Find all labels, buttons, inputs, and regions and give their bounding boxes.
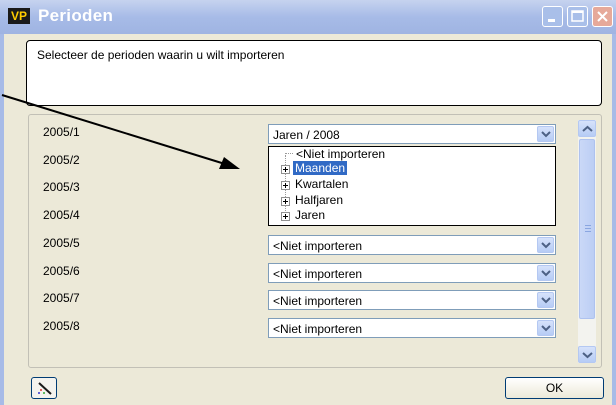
combo-value: <Niet importeren [273, 267, 363, 281]
period-label-2005-4: 2005/4 [43, 208, 80, 222]
period-combo-2005-5[interactable]: <Niet importeren [268, 235, 556, 255]
combo-value: <Niet importeren [273, 294, 363, 308]
chevron-up-icon [582, 125, 593, 132]
grip-line [585, 228, 591, 229]
close-button[interactable] [592, 6, 613, 27]
dropdown-button[interactable] [537, 126, 554, 142]
window-title: Perioden [38, 6, 114, 25]
window-frame-left [0, 34, 4, 405]
minimize-button[interactable] [542, 6, 563, 27]
dropdown-item-halfjaren[interactable]: Halfjaren [295, 193, 343, 207]
app-icon: VP [8, 8, 30, 24]
period-label-2005-2: 2005/2 [43, 153, 80, 167]
dropdown-item-niet-importeren[interactable]: <Niet importeren [296, 147, 385, 161]
period-combo-2005-1[interactable]: Jaren / 2008 [268, 124, 556, 144]
dropdown-button[interactable] [537, 265, 554, 281]
vertical-scrollbar[interactable] [578, 120, 596, 363]
instruction-box: Selecteer de perioden waarin u wilt impo… [26, 40, 602, 106]
expand-icon[interactable] [281, 212, 290, 221]
period-combo-2005-6[interactable]: <Niet importeren [268, 263, 556, 283]
dropdown-item-kwartalen[interactable]: Kwartalen [295, 177, 348, 191]
expand-icon[interactable] [281, 181, 290, 190]
period-label-2005-6: 2005/6 [43, 264, 80, 278]
combo-value: Jaren / 2008 [273, 128, 340, 142]
window-frame-right [612, 34, 616, 405]
dropdown-item-jaren[interactable]: Jaren [295, 208, 325, 222]
chevron-down-icon [541, 131, 551, 138]
dropdown-item-maanden[interactable]: Maanden [293, 161, 348, 175]
period-combo-2005-7[interactable]: <Niet importeren [268, 290, 556, 310]
expand-icon[interactable] [281, 165, 290, 174]
expand-icon[interactable] [281, 197, 290, 206]
title-bar[interactable]: VP Perioden [0, 0, 616, 34]
maximize-icon [571, 10, 584, 22]
chevron-down-icon [541, 270, 551, 277]
combo-value: <Niet importeren [273, 322, 363, 336]
scroll-down-button[interactable] [578, 346, 596, 363]
maximize-button[interactable] [567, 6, 588, 27]
period-label-2005-8: 2005/8 [43, 319, 80, 333]
chevron-down-icon [541, 325, 551, 332]
minimize-icon [548, 19, 555, 22]
ok-button[interactable]: OK [505, 377, 604, 399]
grip-line [585, 231, 591, 232]
chevron-down-icon [582, 352, 593, 359]
tool-button[interactable] [31, 377, 57, 399]
scroll-up-button[interactable] [578, 120, 596, 137]
dropdown-button[interactable] [537, 292, 554, 308]
period-label-2005-7: 2005/7 [43, 291, 80, 305]
wand-icon [38, 382, 52, 395]
grip-line [585, 225, 591, 226]
chevron-down-icon [541, 242, 551, 249]
scroll-thumb[interactable] [579, 139, 595, 319]
tree-line [285, 153, 293, 154]
instruction-text: Selecteer de perioden waarin u wilt impo… [37, 48, 285, 62]
combo-value: <Niet importeren [273, 239, 363, 253]
period-label-2005-5: 2005/5 [43, 236, 80, 250]
dropdown-button[interactable] [537, 320, 554, 336]
close-icon [597, 11, 608, 22]
perioden-dialog: VP Perioden Selecteer de perioden waarin… [0, 0, 616, 405]
dropdown-button[interactable] [537, 237, 554, 253]
chevron-down-icon [541, 297, 551, 304]
period-label-2005-1: 2005/1 [43, 125, 80, 139]
period-combo-2005-8[interactable]: <Niet importeren [268, 318, 556, 338]
period-label-2005-3: 2005/3 [43, 180, 80, 194]
